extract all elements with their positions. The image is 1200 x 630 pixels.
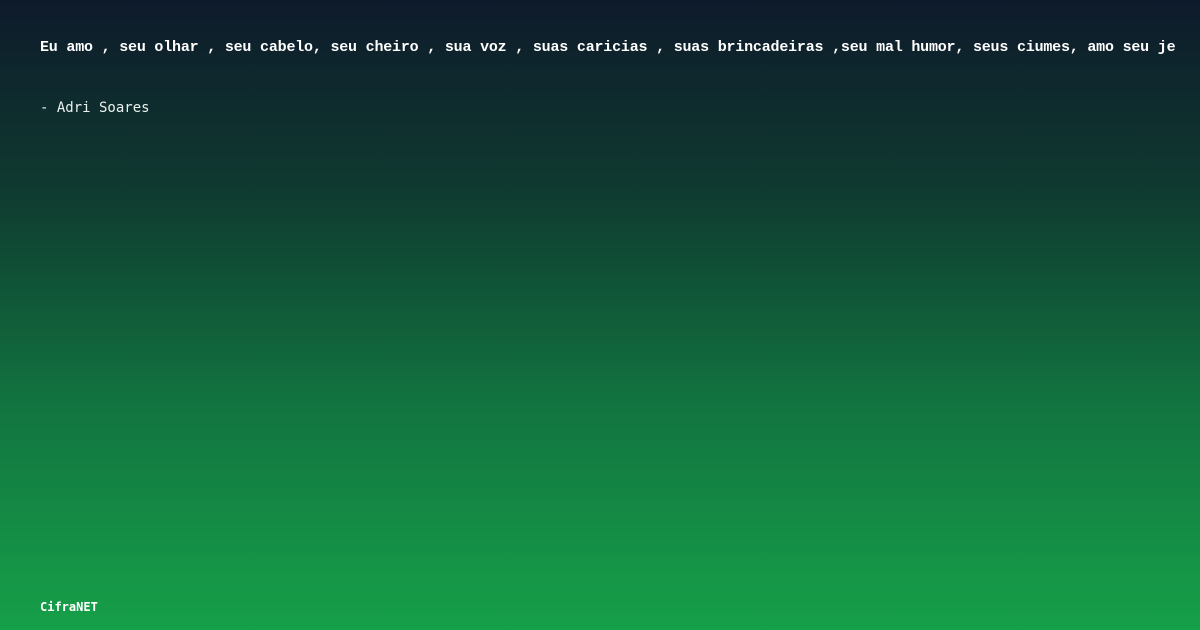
quote-text: Eu amo , seu olhar , seu cabelo, seu che… [40,39,1176,56]
share-card: { "quote": { "text": "Eu amo , seu olhar… [0,0,1200,630]
quote-author: - Adri Soares [40,100,150,116]
brand-logo-text: CifraNET [40,600,98,614]
